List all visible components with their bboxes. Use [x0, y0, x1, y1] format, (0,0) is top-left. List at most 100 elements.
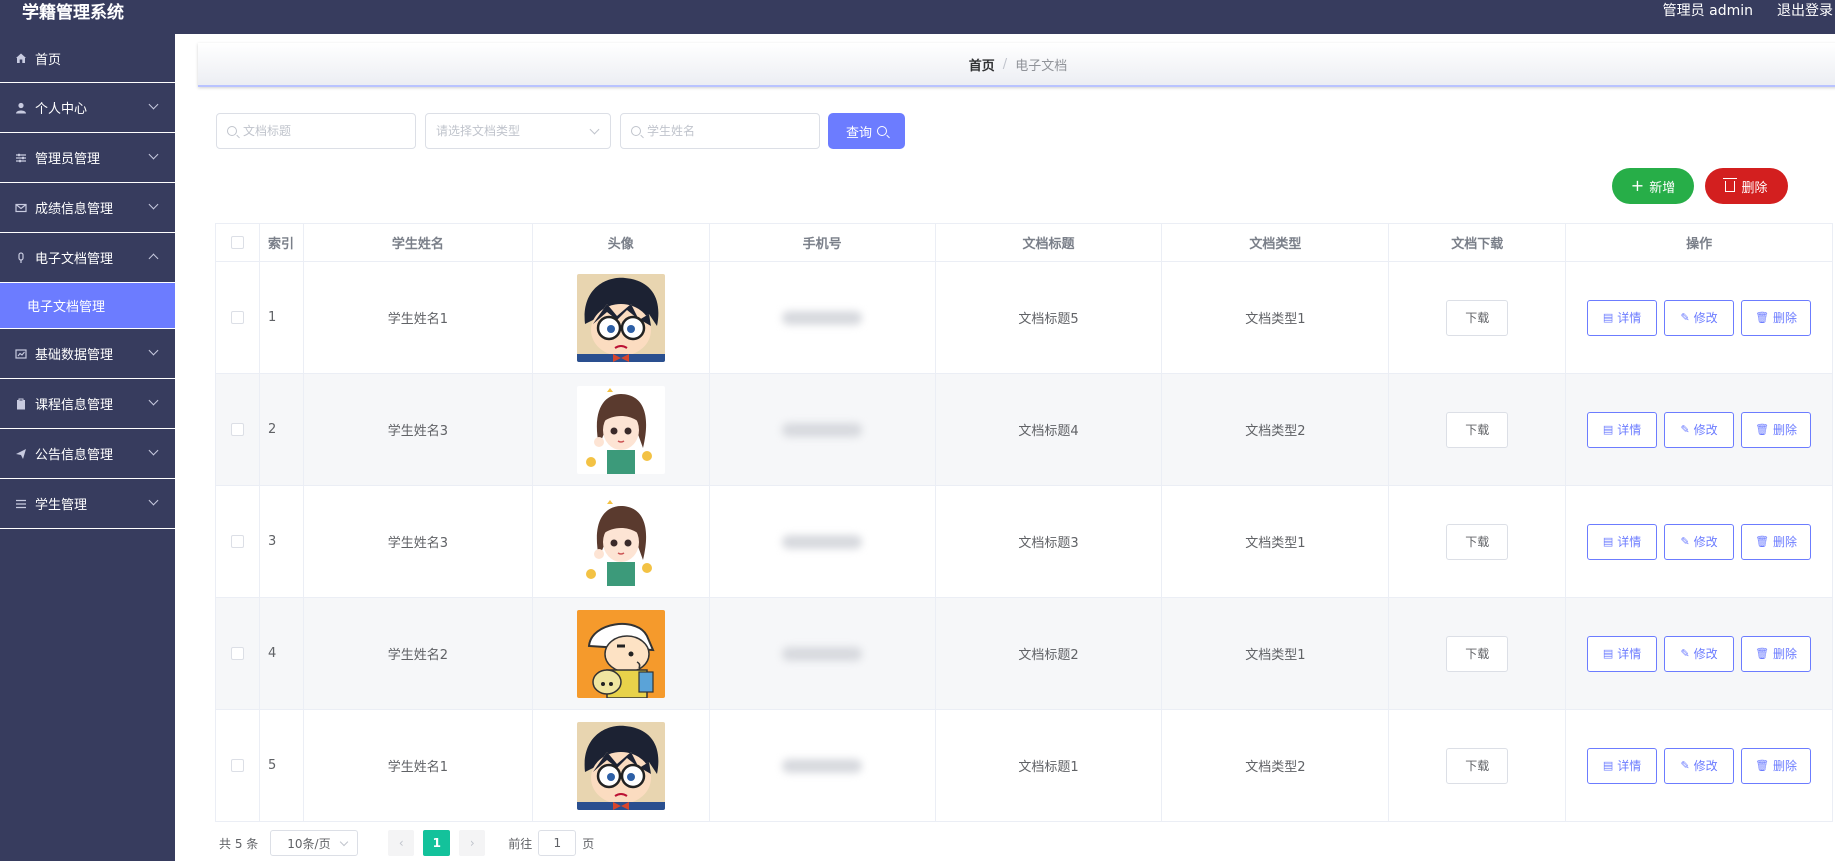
- home-icon: [14, 51, 28, 65]
- row-doc-type: 文档类型2: [1162, 374, 1390, 486]
- delete-label: 删除: [1773, 423, 1798, 437]
- sidebar-item-documents[interactable]: 电子文档管理: [0, 233, 175, 283]
- avatar-image: [576, 273, 665, 362]
- trash-icon: [1723, 177, 1738, 192]
- header-type: 文档类型: [1162, 224, 1390, 262]
- row-doc-type: 文档类型1: [1162, 486, 1390, 598]
- sidebar-item-basic-data[interactable]: 基础数据管理: [0, 329, 175, 379]
- pencil-icon: ✎: [1680, 759, 1690, 772]
- search-icon: [631, 126, 641, 136]
- detail-button[interactable]: ▤ 详情: [1587, 411, 1658, 448]
- chevron-down-icon: [340, 837, 349, 847]
- detail-button[interactable]: ▤ 详情: [1587, 299, 1658, 336]
- plus-icon: +: [1630, 176, 1645, 195]
- detail-button[interactable]: ▤ 详情: [1587, 523, 1658, 560]
- delete-button[interactable]: 🗑 删除: [1741, 523, 1812, 560]
- main-content: 首页 / 电子文档 查询 + 新增 删除 索引 学生姓名 头像 手机号 文档标题: [175, 34, 1835, 861]
- row-download-cell: 下载: [1389, 486, 1567, 598]
- delete-button[interactable]: 🗑 删除: [1741, 299, 1812, 336]
- sidebar: 首页 个人中心 管理员管理 成绩信息管理 电子文档管理 电子文档管理 基础数据管…: [0, 34, 175, 861]
- edit-button[interactable]: ✎ 修改: [1664, 747, 1735, 784]
- chevron-left-icon: ‹: [398, 836, 404, 850]
- app-title: 学籍管理系统: [22, 3, 124, 23]
- name-search-input[interactable]: [647, 124, 819, 138]
- edit-button[interactable]: ✎ 修改: [1664, 635, 1735, 672]
- sidebar-item-label: 公告信息管理: [35, 448, 114, 463]
- goto-page-input[interactable]: [538, 830, 577, 856]
- avatar-image: [576, 609, 665, 698]
- bulk-delete-button[interactable]: 删除: [1705, 168, 1788, 204]
- header-name: 学生姓名: [303, 224, 533, 262]
- download-button[interactable]: 下载: [1446, 411, 1509, 448]
- edit-label: 修改: [1693, 535, 1718, 549]
- name-search-field[interactable]: [620, 113, 820, 149]
- row-doc-type: 文档类型2: [1162, 710, 1390, 822]
- row-checkbox[interactable]: [230, 423, 244, 436]
- submenu-item-documents[interactable]: 电子文档管理: [0, 283, 175, 329]
- sidebar-item-home[interactable]: 首页: [0, 34, 175, 83]
- row-checkbox[interactable]: [230, 759, 244, 772]
- row-checkbox[interactable]: [230, 311, 244, 324]
- breadcrumb-home[interactable]: 首页: [969, 55, 995, 74]
- chevron-down-icon: [148, 345, 159, 356]
- query-button[interactable]: 查询: [828, 113, 905, 149]
- download-button[interactable]: 下载: [1446, 635, 1509, 672]
- select-all-checkbox[interactable]: [230, 236, 244, 249]
- type-select[interactable]: [425, 113, 611, 149]
- phone-redacted: [782, 422, 863, 437]
- download-button[interactable]: 下载: [1446, 523, 1509, 560]
- next-page-button[interactable]: ›: [459, 830, 486, 856]
- download-button[interactable]: 下载: [1446, 747, 1509, 784]
- sidebar-item-students[interactable]: 学生管理: [0, 479, 175, 529]
- sidebar-item-admin[interactable]: 管理员管理: [0, 133, 175, 183]
- row-select-cell: [216, 598, 260, 710]
- document-icon: ▤: [1602, 423, 1614, 436]
- header-phone: 手机号: [709, 224, 936, 262]
- row-phone: [709, 262, 936, 374]
- sidebar-item-notices[interactable]: 公告信息管理: [0, 429, 175, 479]
- row-actions-cell: ▤ 详情 ✎ 修改 🗑 删除: [1566, 710, 1833, 822]
- detail-button[interactable]: ▤ 详情: [1587, 747, 1658, 784]
- row-doc-title: 文档标题4: [935, 374, 1163, 486]
- title-search-field[interactable]: [216, 113, 416, 149]
- sidebar-item-label: 首页: [35, 52, 62, 68]
- sidebar-item-grades[interactable]: 成绩信息管理: [0, 183, 175, 233]
- add-button[interactable]: + 新增: [1612, 168, 1694, 204]
- edit-button[interactable]: ✎ 修改: [1664, 523, 1735, 560]
- row-student-name: 学生姓名3: [303, 486, 533, 598]
- trash-icon: 🗑: [1755, 759, 1770, 772]
- row-download-cell: 下载: [1389, 598, 1567, 710]
- row-checkbox[interactable]: [230, 647, 244, 660]
- chevron-down-icon: [148, 149, 159, 160]
- row-phone: [709, 710, 936, 822]
- detail-button[interactable]: ▤ 详情: [1587, 635, 1658, 672]
- page-size-value: 10条/页: [287, 836, 331, 851]
- page-size-select[interactable]: 10条/页: [270, 830, 359, 856]
- sidebar-item-courses[interactable]: 课程信息管理: [0, 379, 175, 429]
- breadcrumb-current: 电子文档: [1015, 58, 1068, 74]
- pagination-total: 共 5 条: [219, 836, 259, 851]
- delete-button[interactable]: 🗑 删除: [1741, 747, 1812, 784]
- prev-page-button[interactable]: ‹: [388, 830, 415, 856]
- logout-link[interactable]: 退出登录: [1777, 0, 1833, 20]
- delete-button[interactable]: 🗑 删除: [1741, 411, 1812, 448]
- row-avatar-cell: [532, 374, 710, 486]
- row-actions-cell: ▤ 详情 ✎ 修改 🗑 删除: [1566, 262, 1833, 374]
- row-avatar-cell: [532, 710, 710, 822]
- title-search-input[interactable]: [243, 124, 415, 138]
- edit-button[interactable]: ✎ 修改: [1664, 411, 1735, 448]
- page-1-button[interactable]: 1: [423, 830, 451, 856]
- row-download-cell: 下载: [1389, 374, 1567, 486]
- row-student-name: 学生姓名3: [303, 374, 533, 486]
- row-checkbox[interactable]: [230, 535, 244, 548]
- download-button[interactable]: 下载: [1446, 299, 1509, 336]
- edit-button[interactable]: ✎ 修改: [1664, 299, 1735, 336]
- row-avatar-cell: [532, 262, 710, 374]
- delete-button[interactable]: 🗑 删除: [1741, 635, 1812, 672]
- row-phone: [709, 374, 936, 486]
- select-all-cell: [216, 224, 260, 262]
- type-select-input[interactable]: [436, 124, 610, 138]
- row-index: 1: [259, 262, 304, 374]
- sidebar-item-profile[interactable]: 个人中心: [0, 83, 175, 133]
- chevron-down-icon: [148, 495, 159, 506]
